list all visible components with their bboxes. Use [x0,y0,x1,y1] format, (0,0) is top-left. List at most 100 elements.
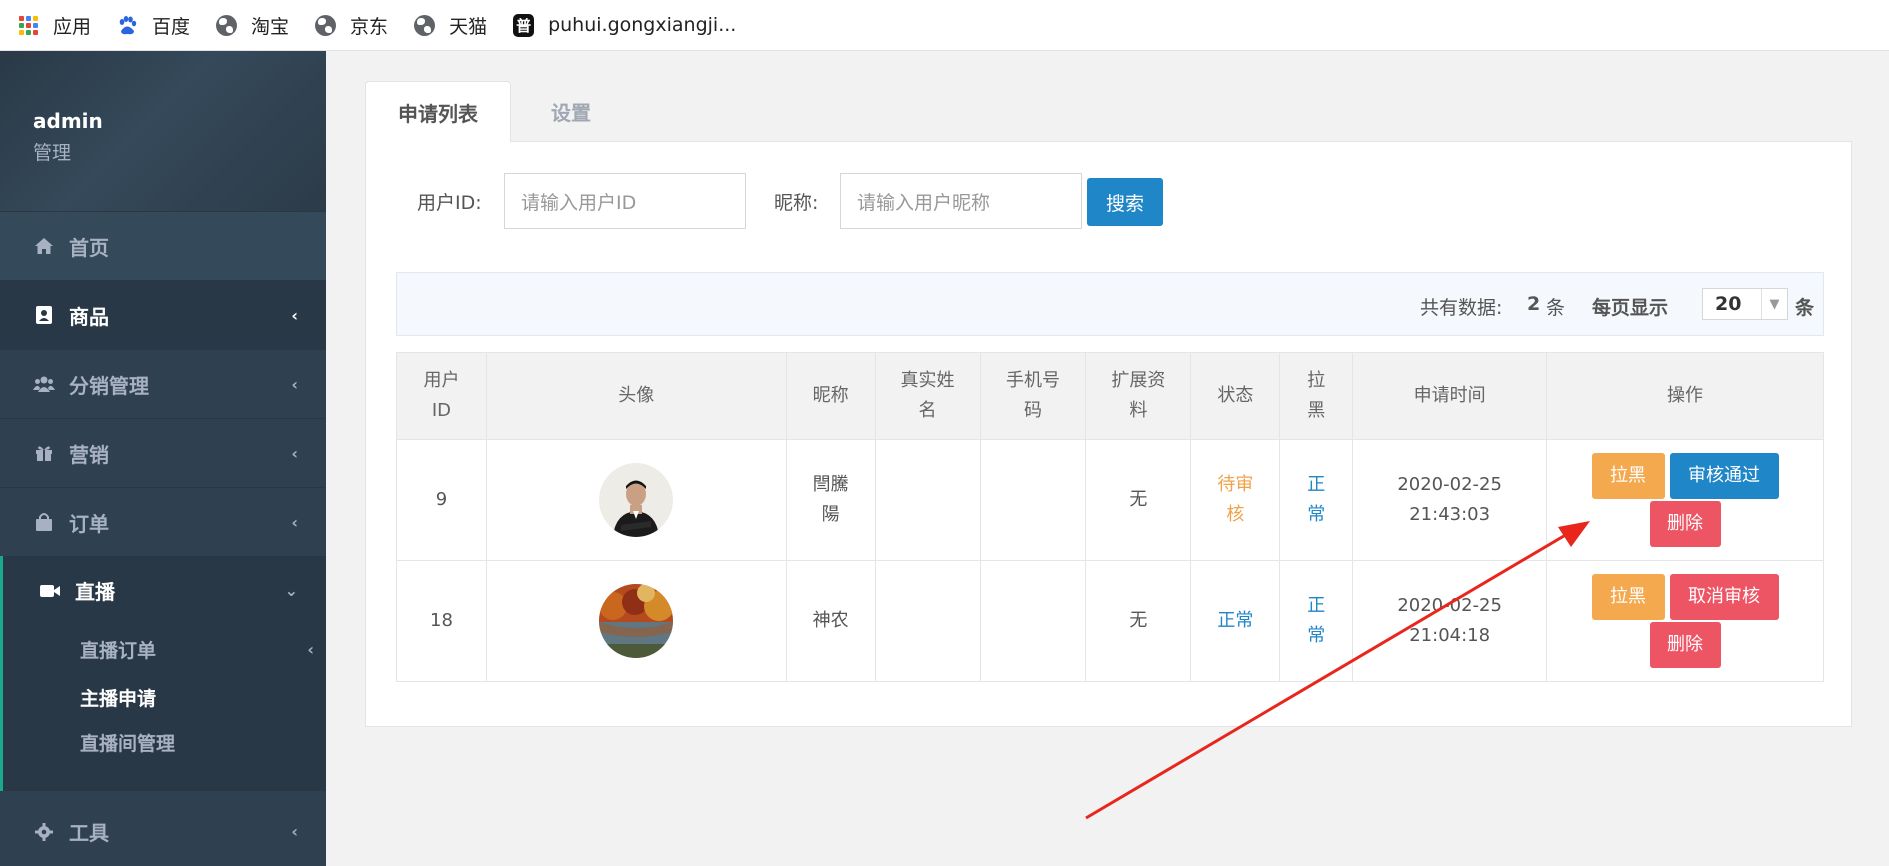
table-row: 9 閆騰陽 无 待审核 正常 2020-02-25 21:43:03 拉黑 审核… [396,439,1824,561]
cell-user-id: 9 [396,439,487,561]
cell-apply-time: 2020-02-25 21:43:03 [1352,439,1548,561]
sidebar-item-live[interactable]: 直播 ⌄ [3,556,326,625]
bookmarks-bar: 应用 百度 淘宝 京东 天猫 普 puhui.gongxiangji... [0,0,1889,51]
col-phone: 手机号码 [979,352,1087,440]
sidebar-item-orders[interactable]: 订单 ‹ [0,487,326,556]
chevron-left-icon: ‹ [291,443,298,463]
baidu-paw-icon [117,15,138,36]
users-icon [33,373,55,395]
apply-date: 2020-02-25 [1397,595,1502,616]
delete-button[interactable]: 删除 [1649,622,1721,668]
sidebar-subitem-label: 主播申请 [80,687,157,710]
sidebar-item-tools[interactable]: 工具 ‹ [0,797,326,866]
tab-bar: 申请列表 设置 [365,81,1852,142]
apply-table: 用户ID 头像 昵称 真实姓名 手机号码 扩展资料 状态 拉黑 申请时间 操作 … [396,352,1824,682]
apply-time: 21:04:18 [1409,625,1491,646]
col-avatar: 头像 [485,352,787,440]
col-user-id: 用户ID [396,352,487,440]
sidebar-subitem-label: 直播订单 [80,639,157,662]
cell-ext: 无 [1085,560,1192,682]
chevron-left-icon: ‹ [291,305,298,325]
blacklist-status: 正常 [1307,595,1326,646]
status-badge: 待审核 [1217,474,1254,525]
cancel-review-button[interactable]: 取消审核 [1669,574,1779,620]
sidebar-item-goods[interactable]: 商品 ‹ [0,280,326,349]
approve-button[interactable]: 审核通过 [1669,453,1779,499]
col-ext: 扩展资料 [1085,352,1192,440]
bookmark-taobao[interactable]: 淘宝 [216,12,289,39]
bookmark-label: puhui.gongxiangji... [548,14,737,36]
avatar [599,584,674,658]
blacklist-button[interactable]: 拉黑 [1591,453,1665,499]
cell-status: 待审核 [1190,439,1281,561]
blacklist-status: 正常 [1307,474,1326,525]
summary-bar: 共有数据: 2 条 每页显示 20 ▼ 条 [396,272,1824,336]
cell-real-name [874,439,981,561]
cell-real-name [874,560,981,682]
avatar [599,463,674,537]
sidebar-item-label: 商品 [69,304,109,329]
sidebar-group-live: 直播 ⌄ 直播订单 ‹ 主播申请 直播间管理 [0,556,326,791]
globe-icon [216,14,238,36]
sidebar-subitem-live-room[interactable]: 直播间管理 [3,721,326,769]
sidebar-item-label: 订单 [69,511,109,536]
action-group: 拉黑 审核通过 删除 [1591,453,1779,547]
admin-role: 管理 [33,142,72,164]
content-box: 用户ID: 请输入用户ID 昵称: 请输入用户昵称 搜索 共有数据: 2 条 每… [365,141,1852,727]
goods-icon [33,304,55,326]
bookmark-apps[interactable]: 应用 [18,12,91,39]
sidebar-item-marketing[interactable]: 营销 ‹ [0,418,326,487]
col-nickname: 昵称 [785,352,876,440]
bookmark-tmall[interactable]: 天猫 [414,12,487,39]
tab-settings[interactable]: 设置 [511,81,631,142]
col-status: 状态 [1190,352,1281,440]
sidebar-subitem-label: 直播间管理 [80,732,176,755]
sidebar-item-home[interactable]: 首页 [0,211,326,280]
nickname-label: 昵称: [774,192,819,214]
bookmark-jd[interactable]: 京东 [315,12,388,39]
bookmark-label: 百度 [152,15,191,38]
total-unit: 条 [1546,297,1566,319]
search-button[interactable]: 搜索 [1087,178,1163,226]
cell-ext: 无 [1085,439,1192,561]
sidebar-subitem-live-orders[interactable]: 直播订单 ‹ [3,625,326,673]
cell-actions: 拉黑 审核通过 删除 [1546,439,1824,561]
cell-phone [979,560,1087,682]
globe-icon [414,14,436,36]
nickname-input[interactable]: 请输入用户昵称 [840,173,1082,229]
cell-avatar [485,560,787,682]
col-apply-time: 申请时间 [1352,352,1548,440]
col-blacklist: 拉黑 [1279,352,1354,440]
home-icon [33,235,55,257]
gift-icon [33,442,55,464]
triangle-down-icon: ▼ [1761,289,1787,319]
blacklist-button[interactable]: 拉黑 [1591,574,1665,620]
sidebar-group-spacer [3,769,326,791]
cell-actions: 拉黑 取消审核 删除 [1546,560,1824,682]
sidebar: admin 管理 首页 商品 ‹ 分销管理 ‹ 营销 ‹ 订单 ‹ 直播 ⌄ 直… [0,51,326,866]
delete-button[interactable]: 删除 [1649,501,1721,547]
user-id-label: 用户ID: [417,192,482,214]
sidebar-item-label: 营销 [69,442,109,467]
cell-blacklist: 正常 [1279,560,1354,682]
bookmark-baidu[interactable]: 百度 [117,12,190,39]
tab-apply-list[interactable]: 申请列表 [365,81,511,142]
chevron-down-icon: ⌄ [284,581,298,600]
shopping-bag-icon [33,511,55,533]
sidebar-item-label: 首页 [69,235,109,260]
bookmark-label: 应用 [53,15,92,38]
sidebar-item-distribution[interactable]: 分销管理 ‹ [0,349,326,418]
cell-nickname: 神农 [785,560,876,682]
sidebar-item-label: 分销管理 [69,373,149,398]
per-page-unit: 条 [1795,297,1815,319]
admin-name[interactable]: admin [33,109,326,133]
bookmark-puhui[interactable]: 普 puhui.gongxiangji... [513,13,737,37]
sidebar-subitem-anchor-apply[interactable]: 主播申请 [3,673,326,721]
globe-icon [315,14,337,36]
pu-logo-icon: 普 [513,13,535,37]
per-page-select[interactable]: 20 ▼ [1702,288,1788,320]
apply-time: 21:43:03 [1409,504,1491,525]
cell-nickname: 閆騰陽 [785,439,876,561]
user-id-input[interactable]: 请输入用户ID [504,173,746,229]
bookmark-label: 京东 [350,15,389,38]
